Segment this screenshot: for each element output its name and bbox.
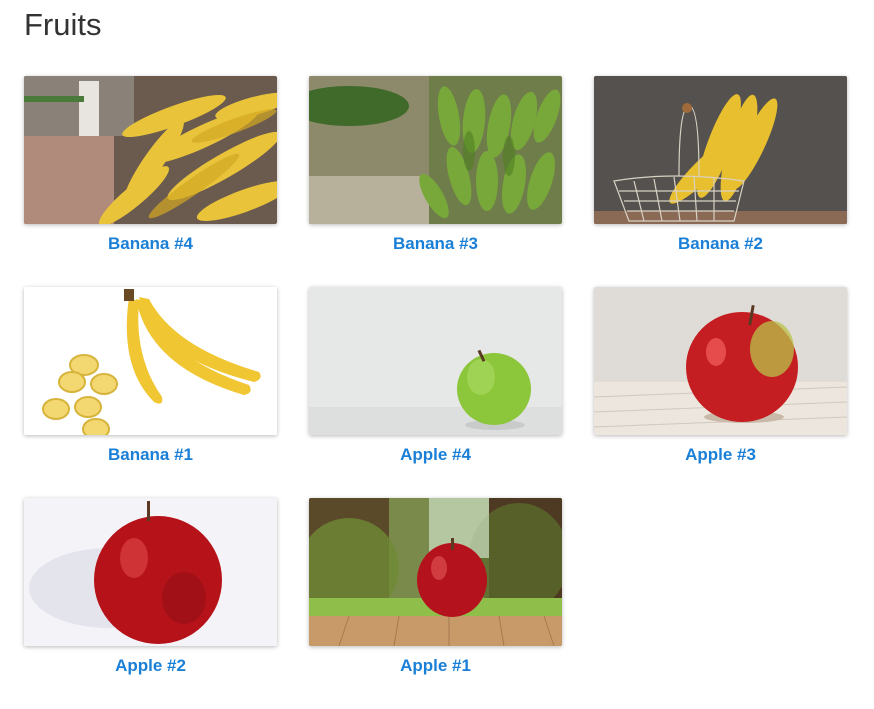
gallery-card-banana-1[interactable]: Banana #1 (24, 287, 277, 498)
gallery-card-banana-4[interactable]: Banana #4 (24, 76, 277, 287)
fruit-gallery: Banana #4 Banana #3 Banana #2 Banana #1 … (24, 76, 847, 709)
gallery-card-apple-4[interactable]: Apple #4 (309, 287, 562, 498)
card-label[interactable]: Apple #4 (309, 445, 562, 465)
green-apple-image[interactable] (309, 287, 562, 435)
gallery-card-banana-3[interactable]: Banana #3 (309, 76, 562, 287)
red-apple-forest-image[interactable] (309, 498, 562, 646)
banana-slices-image[interactable] (24, 287, 277, 435)
gallery-card-banana-2[interactable]: Banana #2 (594, 76, 847, 287)
page-title: Fruits (24, 7, 102, 42)
card-label[interactable]: Banana #4 (24, 234, 277, 254)
gallery-card-apple-2[interactable]: Apple #2 (24, 498, 277, 709)
card-label[interactable]: Apple #3 (594, 445, 847, 465)
red-apple-white-image[interactable] (24, 498, 277, 646)
card-label[interactable]: Banana #1 (24, 445, 277, 465)
gallery-card-apple-1[interactable]: Apple #1 (309, 498, 562, 709)
card-label[interactable]: Apple #2 (24, 656, 277, 676)
card-label[interactable]: Banana #2 (594, 234, 847, 254)
card-label[interactable]: Apple #1 (309, 656, 562, 676)
gallery-card-apple-3[interactable]: Apple #3 (594, 287, 847, 498)
banana-basket-image[interactable] (594, 76, 847, 224)
red-apple-wood-image[interactable] (594, 287, 847, 435)
banana-market-image[interactable] (24, 76, 277, 224)
card-label[interactable]: Banana #3 (309, 234, 562, 254)
green-banana-image[interactable] (309, 76, 562, 224)
